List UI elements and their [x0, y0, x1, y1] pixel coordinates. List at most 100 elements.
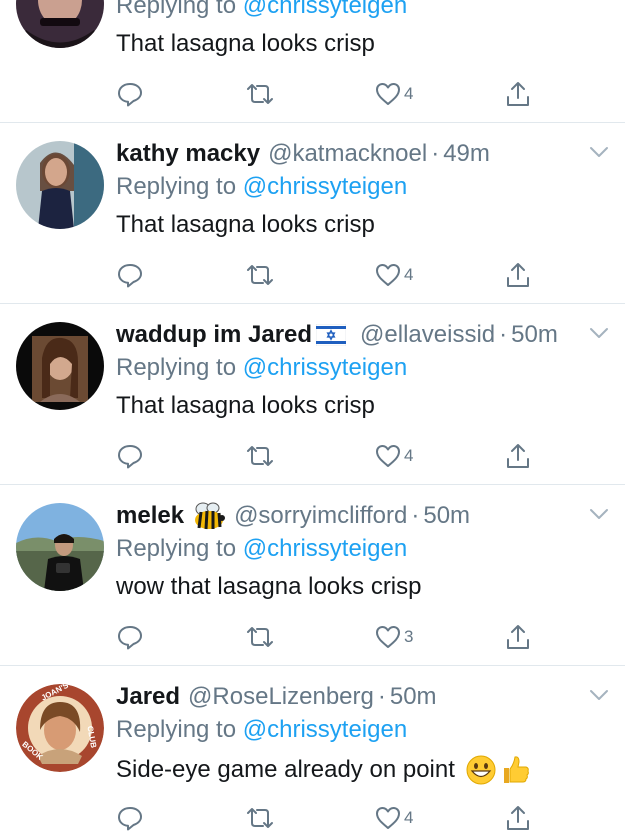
share-icon [507, 806, 529, 830]
display-name[interactable]: kathy macky [116, 140, 260, 168]
display-name[interactable]: melek [116, 502, 184, 530]
avatar[interactable] [16, 0, 104, 48]
retweet-icon [247, 84, 273, 104]
tweet-actions: 4 [116, 78, 536, 110]
share-icon [507, 263, 529, 287]
divider [0, 303, 625, 304]
divider [0, 122, 625, 123]
replying-to: Replying to @chrissyteigen [116, 173, 408, 200]
avatar[interactable]: JOAN'S BOOK CLUB [16, 684, 104, 772]
timestamp[interactable]: 50m [390, 683, 437, 711]
divider [0, 484, 625, 485]
heart-icon [376, 626, 400, 648]
heart-icon [376, 807, 400, 829]
retweet-button[interactable] [244, 440, 276, 472]
reply-icon [118, 83, 142, 107]
chevron-down-icon[interactable] [589, 326, 609, 340]
israel-flag-icon [316, 322, 347, 348]
tweet-text: Side-eye game already on point [116, 754, 531, 786]
timestamp[interactable]: 50m [423, 502, 470, 530]
handle[interactable]: @katmacknoel [268, 140, 427, 168]
heart-icon [376, 264, 400, 286]
like-button[interactable]: 4 [374, 259, 413, 291]
like-button[interactable]: 4 [374, 802, 413, 834]
tweet-actions: 4 [116, 259, 536, 291]
timestamp[interactable]: 49m [443, 140, 490, 168]
separator-dot: · [499, 321, 508, 348]
heart-icon [376, 445, 400, 467]
bee-icon [192, 501, 226, 531]
tweet-text: That lasagna looks crisp [116, 211, 375, 238]
avatar[interactable] [16, 141, 104, 229]
share-button[interactable] [504, 440, 532, 472]
tweet-text: wow that lasagna looks crisp [116, 573, 422, 600]
separator-dot: · [377, 683, 386, 710]
share-icon [507, 444, 529, 468]
like-button[interactable]: 3 [374, 621, 413, 653]
tweet-header: kathy macky @katmacknoel · 49m [116, 137, 586, 171]
chevron-down-icon[interactable] [589, 145, 609, 159]
replying-to: Replying to @chrissyteigen [116, 716, 408, 743]
share-button[interactable] [504, 78, 532, 110]
handle[interactable]: @ellaveissid [360, 321, 495, 349]
retweet-button[interactable] [244, 621, 276, 653]
mention-link[interactable]: @chrissyteigen [243, 173, 407, 200]
share-icon [507, 82, 529, 106]
reply-icon [118, 807, 142, 831]
mention-link[interactable]: @chrissyteigen [243, 535, 407, 562]
divider [0, 665, 625, 666]
reply-button[interactable] [116, 440, 144, 472]
share-icon [507, 625, 529, 649]
separator-dot: · [411, 502, 420, 529]
mention-link[interactable]: @chrissyteigen [243, 354, 407, 381]
tweet-text: That lasagna looks crisp [116, 392, 375, 419]
display-name[interactable]: waddup im Jared [116, 321, 312, 349]
retweet-button[interactable] [244, 259, 276, 291]
retweet-button[interactable] [244, 802, 276, 834]
like-count: 4 [404, 84, 414, 103]
avatar[interactable] [16, 503, 104, 591]
like-button[interactable]: 4 [374, 440, 413, 472]
reply-button[interactable] [116, 802, 144, 834]
tweet-actions: 3 [116, 621, 536, 653]
tweet-text: That lasagna looks crisp [116, 30, 375, 57]
tweet-header: Jared @RoseLizenberg · 50m [116, 680, 586, 714]
thumbs-up-icon [499, 754, 531, 786]
display-name[interactable]: Jared [116, 683, 180, 711]
chevron-down-icon[interactable] [589, 507, 609, 521]
avatar[interactable] [16, 322, 104, 410]
like-count: 4 [404, 808, 414, 827]
replying-to: Replying to @chrissyteigen [116, 535, 408, 562]
separator-dot: · [431, 140, 440, 167]
handle[interactable]: @sorryimclifford [234, 502, 407, 530]
share-button[interactable] [504, 621, 532, 653]
reply-icon [118, 445, 142, 469]
mention-link[interactable]: @chrissyteigen [243, 716, 407, 743]
reply-icon [118, 264, 142, 288]
reply-button[interactable] [116, 621, 144, 653]
retweet-icon [247, 446, 273, 466]
like-button[interactable]: 4 [374, 78, 413, 110]
retweet-button[interactable] [244, 78, 276, 110]
mention-link[interactable]: @chrissyteigen [243, 0, 407, 19]
reply-button[interactable] [116, 259, 144, 291]
chevron-down-icon[interactable] [589, 688, 609, 702]
tweet-header: waddup im Jared @ellaveissid · 50m [116, 318, 586, 352]
heart-icon [376, 83, 400, 105]
retweet-icon [247, 808, 273, 828]
like-count: 3 [404, 627, 414, 646]
like-count: 4 [404, 446, 414, 465]
share-button[interactable] [504, 259, 532, 291]
tweet-actions: 4 [116, 802, 536, 834]
replying-to: Replying to @chrissyteigen [116, 354, 408, 381]
retweet-icon [247, 265, 273, 285]
replying-to: Replying to @chrissyteigen [116, 0, 407, 20]
like-count: 4 [404, 265, 414, 284]
handle[interactable]: @RoseLizenberg [188, 683, 374, 711]
grinning-face-icon [465, 754, 497, 786]
share-button[interactable] [504, 802, 532, 834]
reply-button[interactable] [116, 78, 144, 110]
tweet-header: melek @sorryimclifford · 50m [116, 499, 586, 533]
tweet-actions: 4 [116, 440, 536, 472]
timestamp[interactable]: 50m [511, 321, 558, 349]
